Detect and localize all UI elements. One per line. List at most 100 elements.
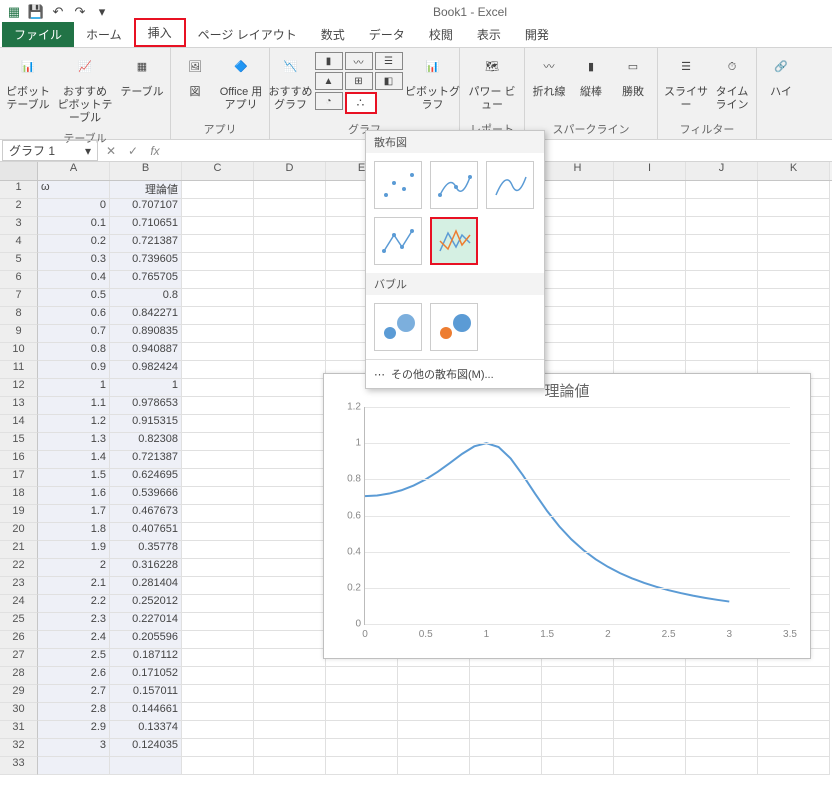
cell-K8[interactable]	[758, 307, 830, 325]
cell-D26[interactable]	[254, 631, 326, 649]
stock-chart-button[interactable]: ⊞	[345, 72, 373, 90]
cell-D16[interactable]	[254, 451, 326, 469]
area-chart-button[interactable]: ▲	[315, 72, 343, 90]
cell-I31[interactable]	[614, 721, 686, 739]
cell-I1[interactable]	[614, 181, 686, 199]
row-header-20[interactable]: 20	[0, 523, 38, 541]
cell-G30[interactable]	[470, 703, 542, 721]
row-header-15[interactable]: 15	[0, 433, 38, 451]
cell-B23[interactable]: 0.281404	[110, 577, 182, 595]
cell-D31[interactable]	[254, 721, 326, 739]
power-view-button[interactable]: 🗺パワー ビュー	[464, 50, 520, 114]
cell-C13[interactable]	[182, 397, 254, 415]
illustrations-button[interactable]: 🖼図	[175, 50, 215, 101]
cell-J33[interactable]	[686, 757, 758, 775]
cell-G29[interactable]	[470, 685, 542, 703]
row-header-5[interactable]: 5	[0, 253, 38, 271]
cell-J5[interactable]	[686, 253, 758, 271]
cell-J8[interactable]	[686, 307, 758, 325]
cell-J6[interactable]	[686, 271, 758, 289]
cell-H33[interactable]	[542, 757, 614, 775]
row-header-10[interactable]: 10	[0, 343, 38, 361]
pie-chart-button[interactable]: ◔	[315, 92, 343, 110]
cell-D8[interactable]	[254, 307, 326, 325]
cell-D20[interactable]	[254, 523, 326, 541]
row-header-31[interactable]: 31	[0, 721, 38, 739]
cell-B19[interactable]: 0.467673	[110, 505, 182, 523]
cell-B7[interactable]: 0.8	[110, 289, 182, 307]
office-apps-button[interactable]: 🔷Office 用アプリ	[217, 50, 265, 114]
sparkline-column-button[interactable]: ▮縦棒	[571, 50, 611, 101]
cell-D24[interactable]	[254, 595, 326, 613]
cell-C14[interactable]	[182, 415, 254, 433]
row-header-22[interactable]: 22	[0, 559, 38, 577]
cell-C23[interactable]	[182, 577, 254, 595]
cell-H9[interactable]	[542, 325, 614, 343]
cell-C24[interactable]	[182, 595, 254, 613]
cell-B4[interactable]: 0.721387	[110, 235, 182, 253]
row-header-7[interactable]: 7	[0, 289, 38, 307]
tab-home[interactable]: ホーム	[74, 22, 134, 47]
cell-D28[interactable]	[254, 667, 326, 685]
cell-D1[interactable]	[254, 181, 326, 199]
cell-I9[interactable]	[614, 325, 686, 343]
cell-B6[interactable]: 0.765705	[110, 271, 182, 289]
cell-C7[interactable]	[182, 289, 254, 307]
table-button[interactable]: ▦テーブル	[118, 50, 166, 101]
cell-H6[interactable]	[542, 271, 614, 289]
cell-A16[interactable]: 1.4	[38, 451, 110, 469]
cell-H10[interactable]	[542, 343, 614, 361]
cell-I29[interactable]	[614, 685, 686, 703]
cell-A24[interactable]: 2.2	[38, 595, 110, 613]
cell-B13[interactable]: 0.978653	[110, 397, 182, 415]
enter-formula-button[interactable]: ✓	[122, 144, 144, 158]
cell-D10[interactable]	[254, 343, 326, 361]
cell-D13[interactable]	[254, 397, 326, 415]
cell-B18[interactable]: 0.539666	[110, 487, 182, 505]
cell-I6[interactable]	[614, 271, 686, 289]
row-header-6[interactable]: 6	[0, 271, 38, 289]
more-scatter-option[interactable]: ⋯その他の散布図(M)...	[366, 359, 544, 388]
row-header-28[interactable]: 28	[0, 667, 38, 685]
cell-A31[interactable]: 2.9	[38, 721, 110, 739]
cell-B15[interactable]: 0.82308	[110, 433, 182, 451]
cell-F33[interactable]	[398, 757, 470, 775]
cell-C8[interactable]	[182, 307, 254, 325]
cell-B30[interactable]: 0.144661	[110, 703, 182, 721]
cell-E31[interactable]	[326, 721, 398, 739]
scatter-smooth-markers-option[interactable]	[430, 161, 478, 209]
cell-F28[interactable]	[398, 667, 470, 685]
col-header-I[interactable]: I	[614, 162, 686, 180]
cell-A18[interactable]: 1.6	[38, 487, 110, 505]
cell-D12[interactable]	[254, 379, 326, 397]
cell-D3[interactable]	[254, 217, 326, 235]
cell-C33[interactable]	[182, 757, 254, 775]
scatter-markers-option[interactable]	[374, 161, 422, 209]
cell-J30[interactable]	[686, 703, 758, 721]
name-box[interactable]: グラフ 1▾	[2, 140, 98, 161]
cell-D7[interactable]	[254, 289, 326, 307]
cell-A8[interactable]: 0.6	[38, 307, 110, 325]
cell-A29[interactable]: 2.7	[38, 685, 110, 703]
cell-D4[interactable]	[254, 235, 326, 253]
cell-A10[interactable]: 0.8	[38, 343, 110, 361]
cell-K7[interactable]	[758, 289, 830, 307]
cell-J29[interactable]	[686, 685, 758, 703]
cell-A1[interactable]: ω	[38, 181, 110, 199]
row-header-26[interactable]: 26	[0, 631, 38, 649]
cell-A25[interactable]: 2.3	[38, 613, 110, 631]
cell-C31[interactable]	[182, 721, 254, 739]
cell-B25[interactable]: 0.227014	[110, 613, 182, 631]
col-header-K[interactable]: K	[758, 162, 830, 180]
cell-A5[interactable]: 0.3	[38, 253, 110, 271]
cell-H28[interactable]	[542, 667, 614, 685]
cell-K28[interactable]	[758, 667, 830, 685]
cell-I5[interactable]	[614, 253, 686, 271]
cell-C26[interactable]	[182, 631, 254, 649]
cell-G32[interactable]	[470, 739, 542, 757]
cell-B24[interactable]: 0.252012	[110, 595, 182, 613]
cell-H4[interactable]	[542, 235, 614, 253]
cell-K1[interactable]	[758, 181, 830, 199]
cell-B14[interactable]: 0.915315	[110, 415, 182, 433]
undo-button[interactable]: ↶	[48, 2, 68, 22]
